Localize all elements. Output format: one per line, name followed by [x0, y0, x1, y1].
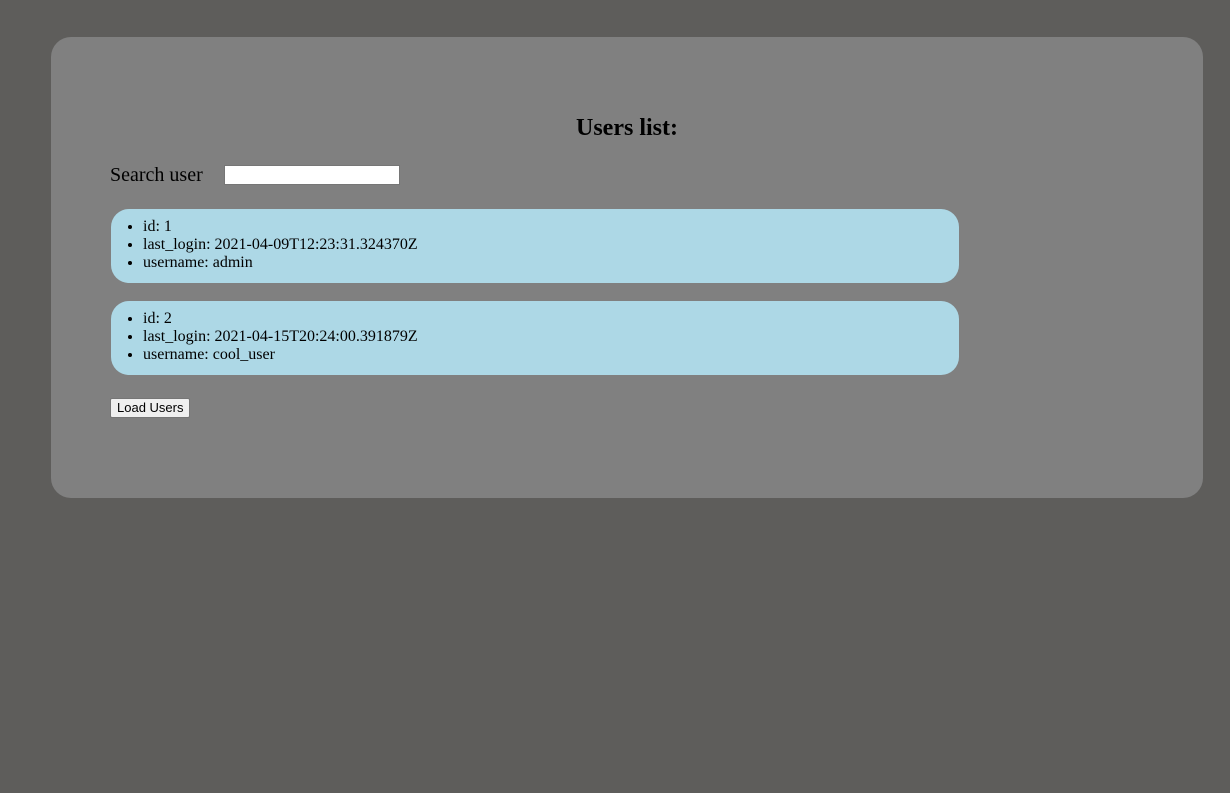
user-id: id: 1 [143, 218, 959, 236]
search-label: Search user [110, 163, 203, 186]
user-details-list: id: 1 last_login: 2021-04-09T12:23:31.32… [111, 209, 959, 272]
search-row: Search user [110, 162, 400, 188]
user-username: username: admin [143, 254, 959, 272]
page-title: Users list: [576, 115, 678, 141]
user-last-login: last_login: 2021-04-09T12:23:31.324370Z [143, 236, 959, 254]
user-details-list: id: 2 last_login: 2021-04-15T20:24:00.39… [111, 301, 959, 364]
user-id: id: 2 [143, 310, 959, 328]
user-last-login: last_login: 2021-04-15T20:24:00.391879Z [143, 328, 959, 346]
search-input[interactable] [223, 165, 400, 185]
user-card: id: 1 last_login: 2021-04-09T12:23:31.32… [111, 209, 959, 283]
user-username: username: cool_user [143, 346, 959, 364]
user-card: id: 2 last_login: 2021-04-15T20:24:00.39… [111, 301, 959, 375]
load-users-button[interactable]: Load Users [110, 398, 191, 418]
users-panel: Users list: Search user id: 1 last_login… [51, 37, 1203, 498]
